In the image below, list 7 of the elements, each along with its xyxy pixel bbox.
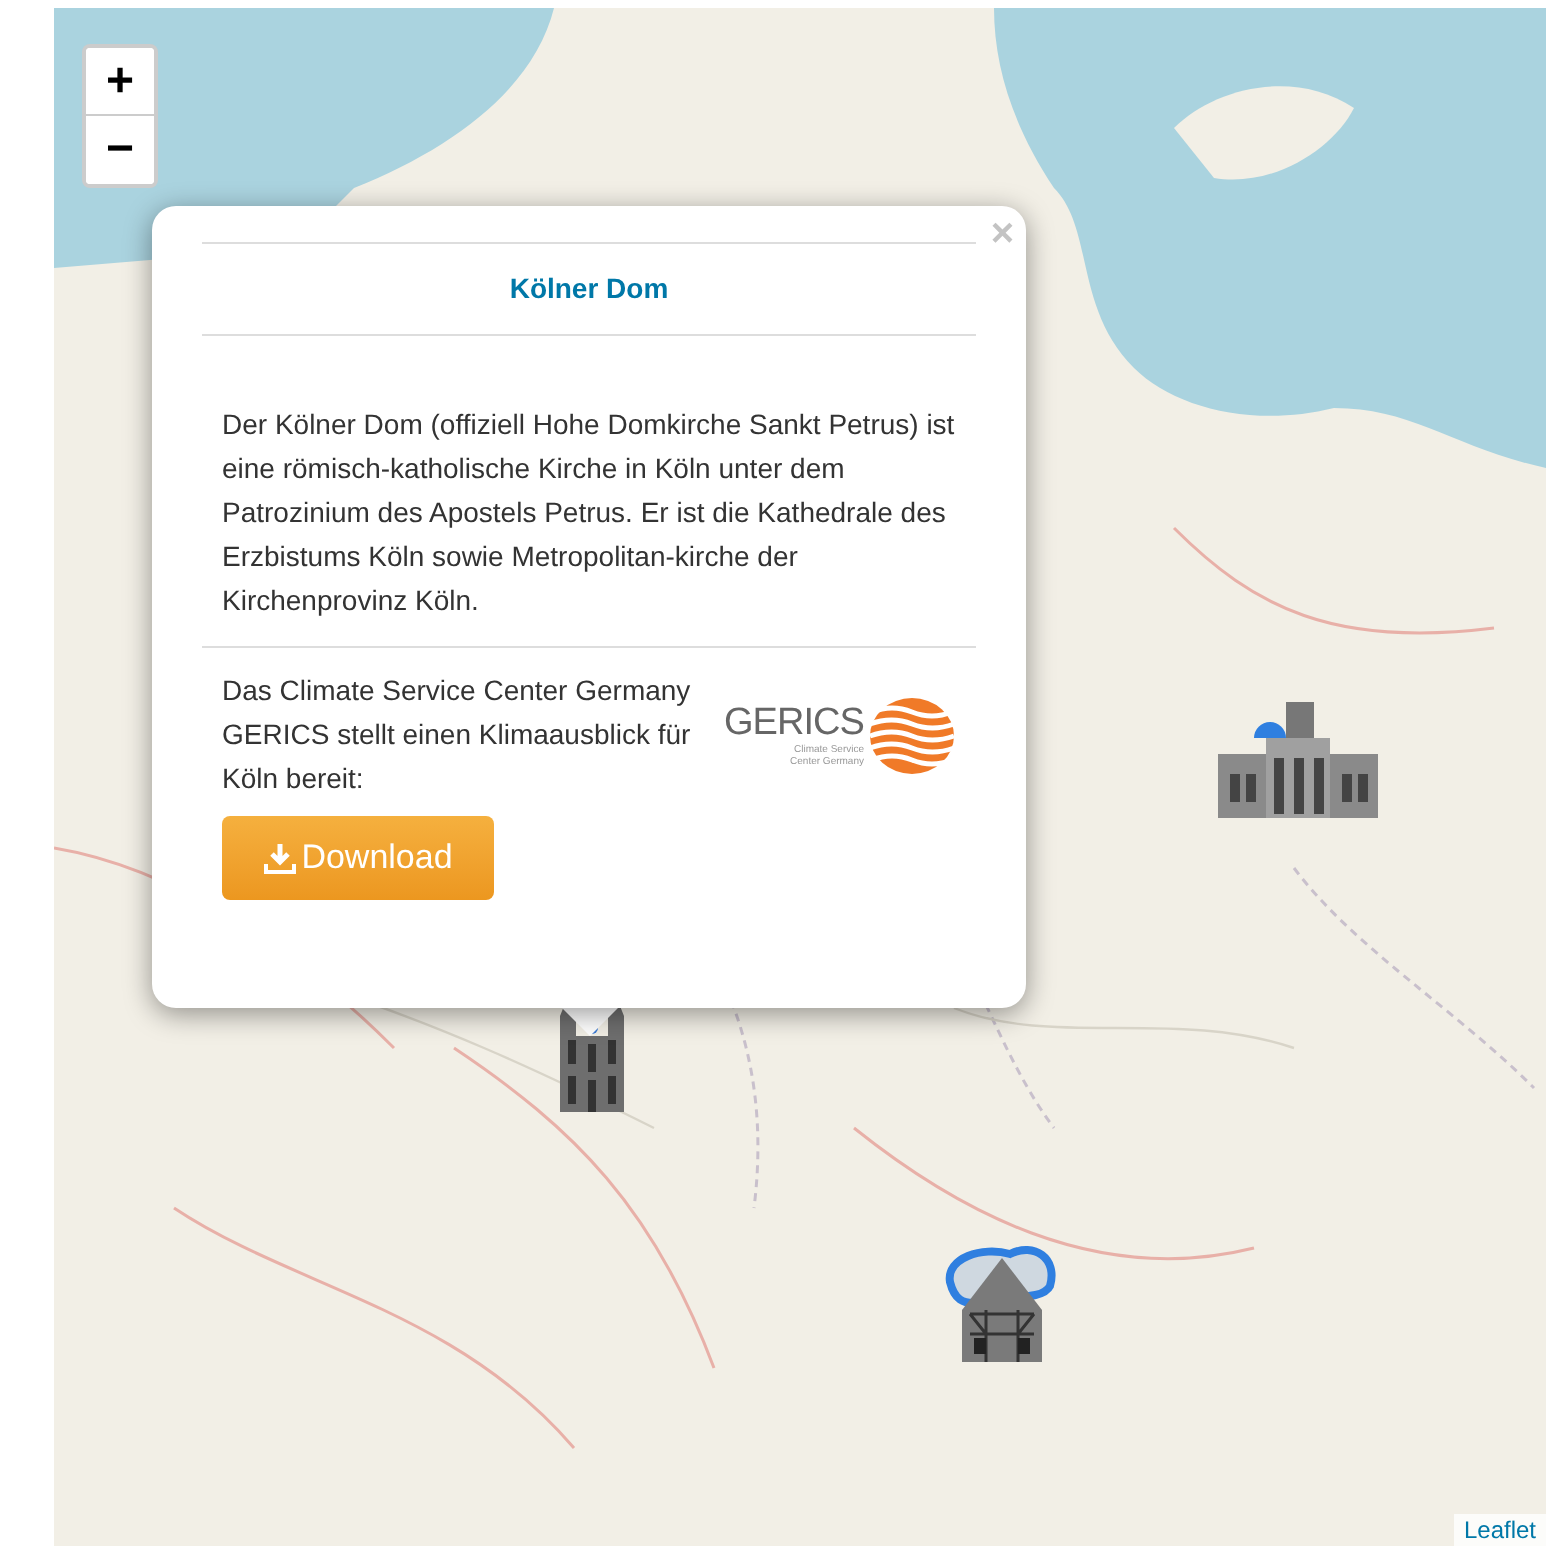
zoom-in-button[interactable]: + bbox=[86, 48, 154, 116]
popup-title: Kölner Dom bbox=[507, 270, 671, 308]
climate-text: Das Climate Service Center Germany GERICS stellt einen Klimaausblick für Köln bereit: bbox=[222, 672, 693, 798]
house-icon[interactable] bbox=[942, 1242, 1062, 1362]
leaflet-link[interactable]: Leaflet bbox=[1453, 1514, 1546, 1546]
download-icon bbox=[263, 842, 296, 874]
description-text: Der Kölner Dom (offiziell Hohe Domkirche Sankt Petrus) ist eine römisch-katholische Kirche in Köln unter dem Patrozinium des Apostels Petrus. Er ist die Kathedrale des Erzbistums Köln sowie Metropolitan-kirche der Kirchenprovinz Köln. bbox=[220, 406, 957, 620]
